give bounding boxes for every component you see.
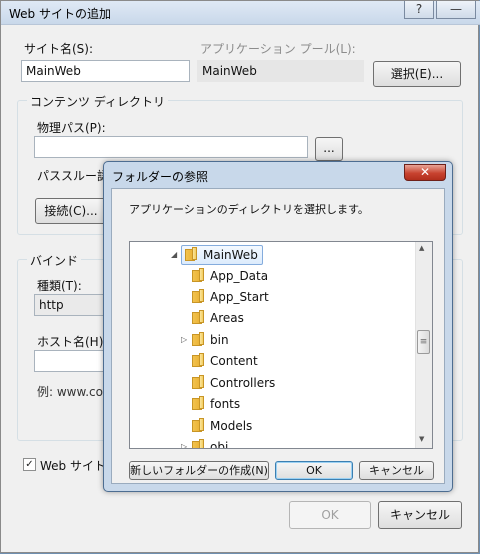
tree-item-label: App_Start [210,290,269,304]
tree-item-obj[interactable]: ▷ obj [181,437,229,449]
site-name-label: サイト名(S): [24,42,94,56]
tree-item-label: Content [210,354,258,368]
binding-title: バインド [27,252,82,269]
help-button[interactable]: ? [404,1,434,19]
tree-item-app-data[interactable]: App_Data [192,266,268,286]
cancel-button[interactable]: キャンセル [378,501,462,529]
scroll-down-icon[interactable]: ▼ [419,435,424,443]
app-pool-label: アプリケーション プール(L): [200,42,356,56]
connect-button[interactable]: 接続(C)... [35,198,107,224]
tree-item-controllers[interactable]: Controllers [192,373,275,393]
tree-item-content[interactable]: Content [192,351,258,371]
site-name-input[interactable]: MainWeb [21,60,190,82]
folder-icon [192,375,205,389]
scroll-up-icon[interactable]: ▲ [419,244,424,252]
tree-item-selection: MainWeb [181,245,263,265]
host-example-text: 例: www.con [37,385,111,399]
tree-item-label: Models [210,419,253,433]
folder-icon [192,268,205,282]
select-pool-button[interactable]: 選択(E)... [373,61,461,87]
scroll-thumb[interactable]: ≡ [417,330,430,354]
tree-item-label: bin [210,333,229,347]
folder-cancel-button[interactable]: キャンセル [359,461,434,480]
folder-icon [192,396,205,410]
browse-folder-dialog: フォルダーの参照 ✕ アプリケーションのディレクトリを選択します。 ◢ Main… [103,161,453,492]
tree-item-label: App_Data [210,269,269,283]
tree-item-fonts[interactable]: fonts [192,394,240,414]
new-folder-button[interactable]: 新しいフォルダーの作成(N) [129,461,269,480]
physical-path-input[interactable] [34,136,308,158]
folder-dialog-body: アプリケーションのディレクトリを選択します。 ◢ MainWeb App_Dat… [111,188,445,484]
close-icon[interactable]: ✕ [404,164,446,181]
tree-item-label: obj [210,440,229,449]
host-name-label: ホスト名(H): [37,335,108,349]
browse-button[interactable]: ... [315,137,343,161]
folder-ok-button[interactable]: OK [275,461,353,480]
folder-icon [192,310,205,324]
tree-item-label: Controllers [210,376,276,390]
folder-icon [192,289,205,303]
folder-icon [185,247,198,261]
physical-path-label: 物理パス(P): [37,121,106,135]
ok-button[interactable]: OK [289,501,371,529]
collapsed-arrow-icon[interactable]: ▷ [181,330,187,350]
app-pool-field: MainWeb [197,60,364,82]
tree-item-label: fonts [210,397,241,411]
folder-icon [192,418,205,432]
folder-icon [192,332,205,346]
start-website-checkbox[interactable]: ✓ [23,458,36,471]
expanded-arrow-icon[interactable]: ◢ [171,245,177,265]
tree-item-bin[interactable]: ▷ bin [181,330,229,350]
title-bar: Web サイトの追加 ? — [1,1,480,25]
tree-item-areas[interactable]: Areas [192,308,244,328]
content-directory-title: コンテンツ ディレクトリ [27,93,168,110]
binding-type-label: 種類(T): [37,279,82,293]
collapsed-arrow-icon[interactable]: ▷ [181,437,187,448]
folder-icon [192,353,205,367]
folder-icon [192,439,205,448]
tree-item-app-start[interactable]: App_Start [192,287,269,307]
folder-tree[interactable]: ◢ MainWeb App_Data App_Start Areas ▷ bin… [129,241,433,449]
tree-item-models[interactable]: Models [192,416,252,436]
vertical-scrollbar[interactable]: ▲ ≡ ▼ [415,242,432,448]
tree-item-label: Areas [210,311,244,325]
minimize-button[interactable]: — [436,1,476,19]
dialog-title: Web サイトの追加 [9,7,111,21]
folder-dialog-title: フォルダーの参照 [112,170,209,184]
tree-item-label: MainWeb [203,248,258,262]
folder-instruction: アプリケーションのディレクトリを選択します。 [129,203,369,216]
